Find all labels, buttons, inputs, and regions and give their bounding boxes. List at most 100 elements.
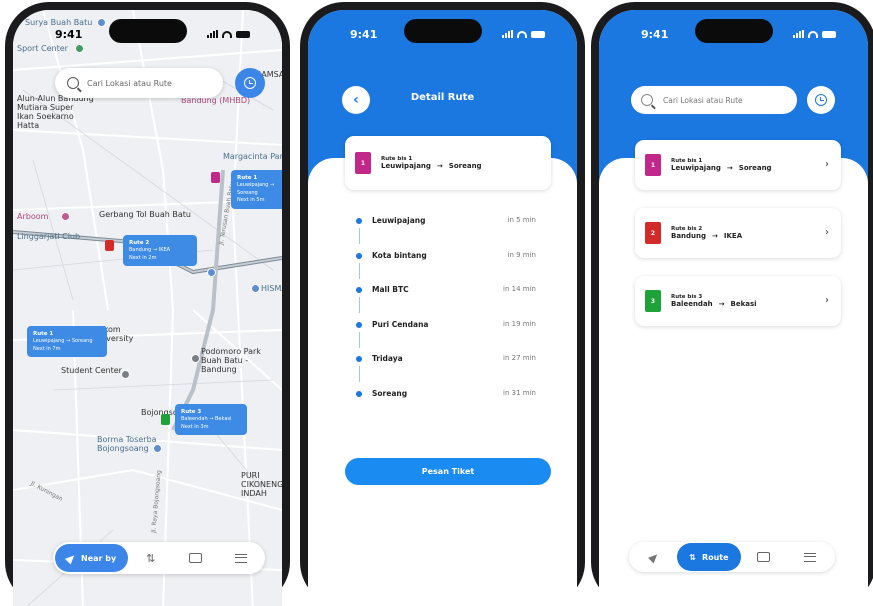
timeline-connector <box>358 228 360 244</box>
route-card-next: Next in 2m <box>129 254 157 261</box>
route-card-map[interactable]: Rute 1 Leuwipajang → Soreang Next in 5m <box>231 170 282 209</box>
nav-nearby[interactable] <box>631 550 677 564</box>
search-icon <box>67 77 79 89</box>
route-to: Soreang <box>738 164 772 172</box>
nav-ticket[interactable] <box>173 553 218 563</box>
route-card-to: Soreang <box>237 189 258 196</box>
dynamic-island <box>403 19 482 43</box>
stop-name: Tridaya <box>372 354 403 364</box>
schedule-button[interactable] <box>807 86 835 114</box>
route-swap-icon: ⇅ <box>146 551 156 565</box>
poi-label: HISMART <box>261 284 282 293</box>
navigation-arrow-icon <box>648 550 661 564</box>
poi-label: PURI CIKONENG INDAH <box>241 471 282 498</box>
stop-name: Kota bintang <box>372 250 427 260</box>
wifi-icon <box>808 30 818 38</box>
stop-name: Mall BTC <box>372 285 409 295</box>
route-to: Bekasi <box>730 300 757 308</box>
book-ticket-button[interactable]: Pesan Tiket <box>345 458 551 485</box>
route-summary-text: Rute bis 1 Leuwipajang → Soreang <box>381 156 482 170</box>
battery-icon <box>822 30 836 38</box>
route-list-item[interactable]: 2 Rute bis 2 Bandung → IKEA › <box>635 208 841 258</box>
poi-label: Podomoro Park Buah Batu - Bandung <box>201 347 261 374</box>
route-list-item[interactable]: 3 Rute bis 3 Baleendah → Bekasi › <box>635 276 841 326</box>
route-card-to: Soreang <box>71 338 93 345</box>
nav-menu[interactable] <box>787 552 833 562</box>
wifi-icon <box>517 30 527 38</box>
route-badge: 1 <box>355 152 371 174</box>
bottom-nav: ⇅ Route <box>629 542 835 572</box>
stop-dot <box>356 321 362 328</box>
bus-marker[interactable] <box>211 172 220 183</box>
map-view[interactable]: Surya Buah Batu Sport Center Alun-Alun B… <box>13 10 282 606</box>
nav-nearby[interactable]: Near by <box>55 544 129 572</box>
navigation-arrow-icon <box>64 551 78 565</box>
poi-pin <box>61 212 70 221</box>
route-from: Leuwipajang <box>671 164 721 172</box>
signal-icon <box>793 30 804 38</box>
route-card-title: Rute 1 <box>33 331 54 337</box>
nav-ticket[interactable] <box>741 552 787 562</box>
poi-pin <box>251 284 260 293</box>
search-placeholder: Cari Lokasi atau Rute <box>87 78 172 88</box>
dynamic-island <box>108 19 187 43</box>
poi-label: Margacinta Park <box>223 152 282 161</box>
route-text: Rute bis 1 Leuwipajang → Soreang <box>671 158 772 172</box>
app-mockup-stage: Surya Buah Batu Sport Center Alun-Alun B… <box>0 0 873 606</box>
poi-label: Linggarjati Club <box>17 232 81 241</box>
status-icons <box>502 30 545 38</box>
stop-item[interactable]: Soreang in 31 min <box>356 389 536 424</box>
poi-label: Arboom <box>17 212 49 221</box>
phone-detail: 9:41 ‹ Detail Rute 1 Rute bis 1 Leuwipaj… <box>300 2 585 606</box>
signal-icon <box>502 30 513 38</box>
nav-route[interactable]: ⇅ <box>128 552 173 565</box>
poi-pin <box>121 370 130 379</box>
stop-dot <box>356 218 362 224</box>
nav-nearby-label: Near by <box>81 553 117 563</box>
poi-label: Student Center <box>61 366 122 375</box>
status-time: 9:41 <box>350 28 378 41</box>
route-card-map[interactable]: Rute 1 Leuwipajang → Soreang Next in 7m <box>27 326 107 358</box>
route-summary-card: 1 Rute bis 1 Leuwipajang → Soreang <box>345 136 551 190</box>
page-title: Detail Rute <box>410 92 475 103</box>
wifi-icon <box>222 30 232 38</box>
route-card-map[interactable]: Rute 3 Baleendah → Bekasi Next in 3m <box>175 404 247 436</box>
bus-marker[interactable] <box>161 414 170 425</box>
route-card-title: Rute 1 <box>237 175 258 181</box>
route-list-screen: 9:41 Cari Lokasi atau Rute 1 Rute bis 1 <box>599 10 868 606</box>
stop-item[interactable]: Puri Cendana in 19 min <box>356 320 536 355</box>
bottom-nav: Near by ⇅ <box>53 542 265 574</box>
poi-label: Gerbang Tol Buah Batu <box>99 210 191 219</box>
route-card-to: IKEA <box>158 247 171 254</box>
stop-item[interactable]: Tridaya in 27 min <box>356 354 536 389</box>
route-badge: 2 <box>645 222 661 244</box>
ticket-icon <box>189 553 203 563</box>
schedule-button[interactable] <box>235 68 265 98</box>
stop-eta: in 5 min <box>507 216 537 224</box>
status-time: 9:41 <box>641 28 669 41</box>
route-text: Rute bis 3 Baleendah → Bekasi <box>671 294 757 308</box>
nav-route[interactable]: ⇅ Route <box>677 543 741 571</box>
route-badge: 3 <box>645 290 661 312</box>
route-card-map[interactable]: Rute 2 Bandung → IKEA Next in 2m <box>123 235 197 267</box>
ticket-icon <box>757 552 771 562</box>
stop-item[interactable]: Mall BTC in 14 min <box>356 285 536 320</box>
search-input[interactable]: Cari Lokasi atau Rute <box>631 86 797 114</box>
search-input[interactable]: Cari Lokasi atau Rute <box>55 68 223 98</box>
detail-screen: 9:41 ‹ Detail Rute 1 Rute bis 1 Leuwipaj… <box>308 10 577 606</box>
stop-dot <box>356 287 362 294</box>
route-swap-icon: ⇅ <box>689 552 696 562</box>
phone-route-list: 9:41 Cari Lokasi atau Rute 1 Rute bis 1 <box>591 2 873 606</box>
stop-item[interactable]: Leuwipajang in 5 min <box>356 216 536 251</box>
arrow-right-icon: → <box>726 164 733 172</box>
status-icons <box>793 30 836 38</box>
arrow-right-icon: → <box>436 162 443 170</box>
status-icons <box>207 30 250 38</box>
timeline-connector <box>358 297 360 314</box>
stop-list: Leuwipajang in 5 min Kota bintang in 9 min… <box>356 216 536 424</box>
route-list-item[interactable]: 1 Rute bis 1 Leuwipajang → Soreang › <box>635 140 841 190</box>
stop-item[interactable]: Kota bintang in 9 min <box>356 251 536 286</box>
bus-marker[interactable] <box>105 240 114 251</box>
route-card-from: Leuwipajang <box>237 182 269 189</box>
nav-menu[interactable] <box>218 553 263 563</box>
